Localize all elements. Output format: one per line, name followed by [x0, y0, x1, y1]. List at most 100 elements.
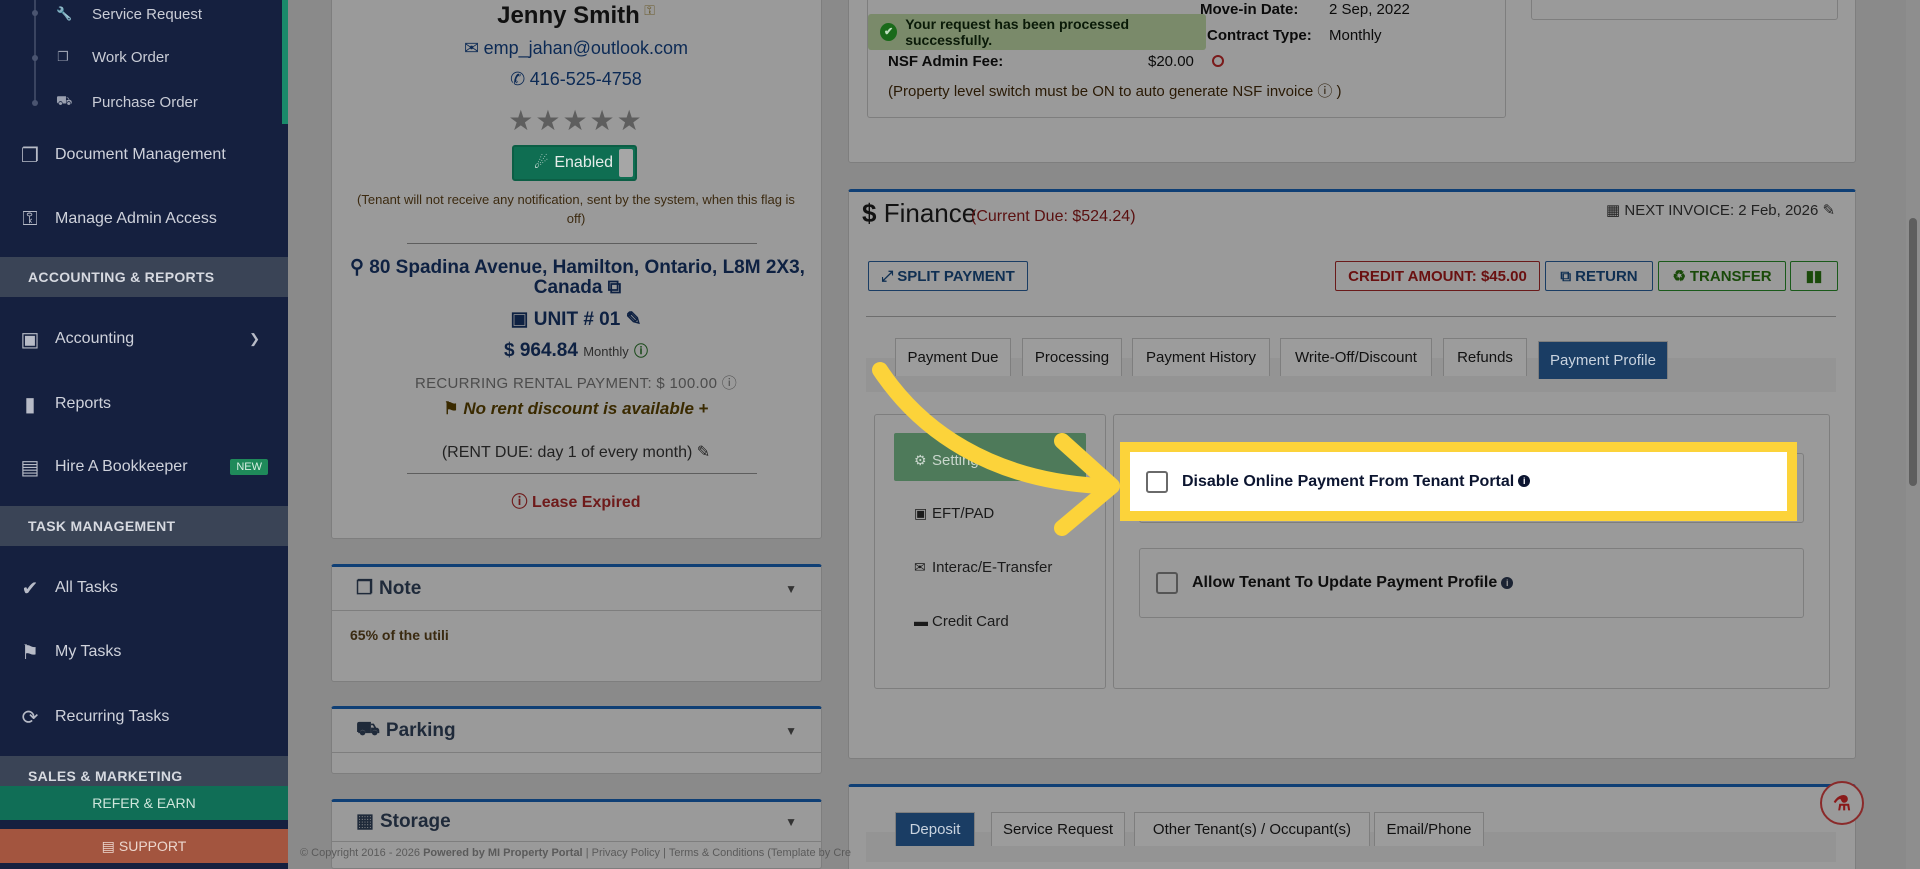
section-task-management: TASK MANAGEMENT — [0, 506, 288, 546]
credit-card-icon: ▬ — [914, 613, 928, 629]
parking-panel: ⛟ Parking ▼ — [331, 706, 822, 774]
sidebar-item-service-request[interactable]: 🔧 Service Request — [56, 2, 202, 26]
rent-discount[interactable]: ⚑ No rent discount is available + — [331, 399, 821, 419]
chart-button[interactable]: ▮▮ — [1790, 261, 1838, 291]
warehouse-icon: ▦ — [356, 811, 374, 832]
recurring-payment: RECURRING RENTAL PAYMENT: $ 100.00 ⓘ — [414, 375, 737, 392]
parking-panel-header[interactable]: ⛟ Parking ▼ — [332, 709, 821, 753]
transfer-button[interactable]: ♻ TRANSFER — [1658, 261, 1786, 291]
tenant-unit[interactable]: ▣ UNIT # 01 ✎ — [331, 308, 821, 331]
refer-earn-button[interactable]: REFER & EARN — [0, 786, 288, 820]
sidebar: 🔧 Service Request ❐ Work Order ⛟ Purchas… — [0, 0, 288, 869]
move-in-date: 2 Sep, 2022 — [1329, 1, 1410, 18]
method-interac[interactable]: ✉ Interac/E-Transfer — [914, 553, 1064, 581]
tenant-email-link[interactable]: ✉ emp_jahan@outlook.com — [331, 38, 821, 59]
method-eft-pad[interactable]: ▣ EFT/PAD — [914, 499, 1064, 527]
note-panel: ❐ Note ▼ 65% of the utili — [331, 564, 822, 682]
storage-panel-header[interactable]: ▦ Storage ▼ — [332, 802, 821, 842]
sidebar-item-reports[interactable]: ▮ Reports — [0, 384, 288, 424]
tenant-name: Jenny Smith — [497, 2, 640, 29]
external-link-icon: ⧉ — [1560, 267, 1572, 285]
nsf-fee: $20.00 — [1148, 53, 1194, 70]
key-icon: ⚿ — [22, 207, 38, 230]
tab-processing[interactable]: Processing — [1022, 338, 1122, 376]
powered-by-link[interactable]: Powered by MI Property Portal — [423, 847, 583, 859]
sidebar-item-recurring-tasks[interactable]: ⟳ Recurring Tasks — [0, 697, 288, 737]
submenu-dot — [32, 55, 38, 61]
info-icon: i — [1518, 475, 1531, 488]
sidebar-item-all-tasks[interactable]: ✔ All Tasks — [0, 568, 288, 608]
return-button[interactable]: ⧉ RETURN — [1545, 261, 1653, 291]
scrollbar[interactable] — [1906, 0, 1920, 869]
plus-icon: + — [698, 399, 709, 418]
tag-icon: ⚑ — [443, 399, 459, 418]
tab-payment-history[interactable]: Payment History — [1132, 338, 1270, 376]
footer-links[interactable]: | Privacy Policy | Terms & Conditions — [586, 847, 765, 859]
bar-chart-icon: ▮▮ — [1805, 268, 1823, 285]
dollar-icon: $ — [862, 198, 877, 228]
tenant-address[interactable]: ⚲ 80 Spadina Avenue, Hamilton, Ontario, … — [345, 258, 810, 298]
disable-online-payment-checkbox[interactable] — [1146, 470, 1168, 493]
phone-icon: ✆ — [510, 69, 526, 89]
split-payment-button[interactable]: ⤢ SPLIT PAYMENT — [868, 261, 1028, 291]
tab-email-phone[interactable]: Email/Phone — [1374, 812, 1484, 846]
truck-icon: ⛟ — [56, 93, 73, 108]
sidebar-item-manage-admin-access[interactable]: ⚿ Manage Admin Access — [0, 199, 288, 239]
bank-icon: ▣ — [914, 504, 928, 521]
tab-payment-due[interactable]: Payment Due — [895, 338, 1011, 376]
sidebar-item-my-tasks[interactable]: ⚑ My Tasks — [0, 632, 288, 672]
current-due: (Current Due: $524.24) — [971, 208, 1136, 225]
allow-update-profile-checkbox[interactable] — [1156, 572, 1178, 594]
support-button[interactable]: ▤ SUPPORT — [0, 829, 288, 863]
alert-icon: ⓘ — [511, 494, 528, 511]
edit-icon: ✎ — [696, 444, 711, 461]
success-toast: ✔ Your request has been processed succes… — [868, 14, 1206, 50]
edit-icon: ✎ — [625, 309, 642, 330]
divider — [866, 316, 1836, 317]
side-box — [1531, 0, 1838, 20]
copy-icon: ❐ — [57, 49, 69, 64]
pdf-export-button[interactable]: ⚗ — [1820, 781, 1864, 825]
envelope-icon: ✉ — [914, 558, 926, 575]
nsf-switch-indicator[interactable] — [1212, 55, 1224, 67]
new-badge: NEW — [230, 459, 268, 475]
key-icon: ⚿ — [644, 2, 655, 18]
documents-icon: ❐ — [21, 144, 39, 167]
caret-down-icon: ▼ — [785, 581, 797, 596]
scrollbar-thumb[interactable] — [1909, 218, 1917, 486]
nsf-note: (Property level switch must be ON to aut… — [888, 83, 1342, 100]
sidebar-item-work-order[interactable]: ❐ Work Order — [56, 45, 169, 69]
tab-other-tenants[interactable]: Other Tenant(s) / Occupant(s) — [1134, 812, 1370, 846]
tab-write-off-discount[interactable]: Write-Off/Discount — [1280, 338, 1432, 376]
rating-stars[interactable]: ★★★★★ — [331, 104, 821, 137]
sidebar-item-accounting[interactable]: ▣ Accounting ❯ — [0, 319, 288, 359]
rent-due[interactable]: (RENT DUE: day 1 of every month) ✎ — [331, 442, 821, 462]
method-credit-card[interactable]: ▬ Credit Card — [914, 607, 1064, 635]
submenu-dot — [32, 100, 38, 106]
info-icon: ⓘ — [634, 343, 649, 359]
envelope-icon: ✉ — [464, 38, 480, 58]
tab-service-request[interactable]: Service Request — [991, 812, 1125, 846]
next-invoice[interactable]: ▦ NEXT INVOICE: 2 Feb, 2026 ✎ — [1606, 201, 1835, 219]
tenant-phone[interactable]: ✆ 416-525-4758 — [331, 69, 821, 90]
sidebar-item-document-management[interactable]: ❐ Document Management — [0, 135, 288, 175]
finance-title: $ Finance — [862, 198, 977, 228]
calendar-icon: ▦ — [1606, 202, 1621, 219]
external-link-icon: ⧉ — [607, 277, 622, 298]
tab-refunds[interactable]: Refunds — [1443, 338, 1527, 376]
check-icon: ✔ — [21, 577, 39, 600]
map-marker-icon: ⚲ — [350, 257, 364, 278]
book-icon: ▤ — [20, 456, 40, 479]
check-circle-icon: ✔ — [880, 23, 898, 41]
tab-deposit[interactable]: Deposit — [895, 812, 975, 846]
tab-payment-profile[interactable]: Payment Profile — [1538, 341, 1668, 379]
wrench-icon: 🔧 — [56, 6, 73, 21]
info-icon: ⓘ — [721, 375, 737, 392]
submenu-dot — [32, 10, 38, 16]
notification-toggle[interactable]: ☄ Enabled — [512, 145, 637, 181]
credit-amount-button[interactable]: CREDIT AMOUNT: $45.00 — [1335, 261, 1540, 291]
note-panel-header[interactable]: ❐ Note ▼ — [332, 567, 821, 611]
sidebar-item-hire-bookkeeper[interactable]: ▤ Hire A Bookkeeper NEW — [0, 447, 288, 487]
car-icon: ⛟ — [356, 718, 380, 740]
sidebar-item-purchase-order[interactable]: ⛟ Purchase Order — [56, 90, 198, 114]
